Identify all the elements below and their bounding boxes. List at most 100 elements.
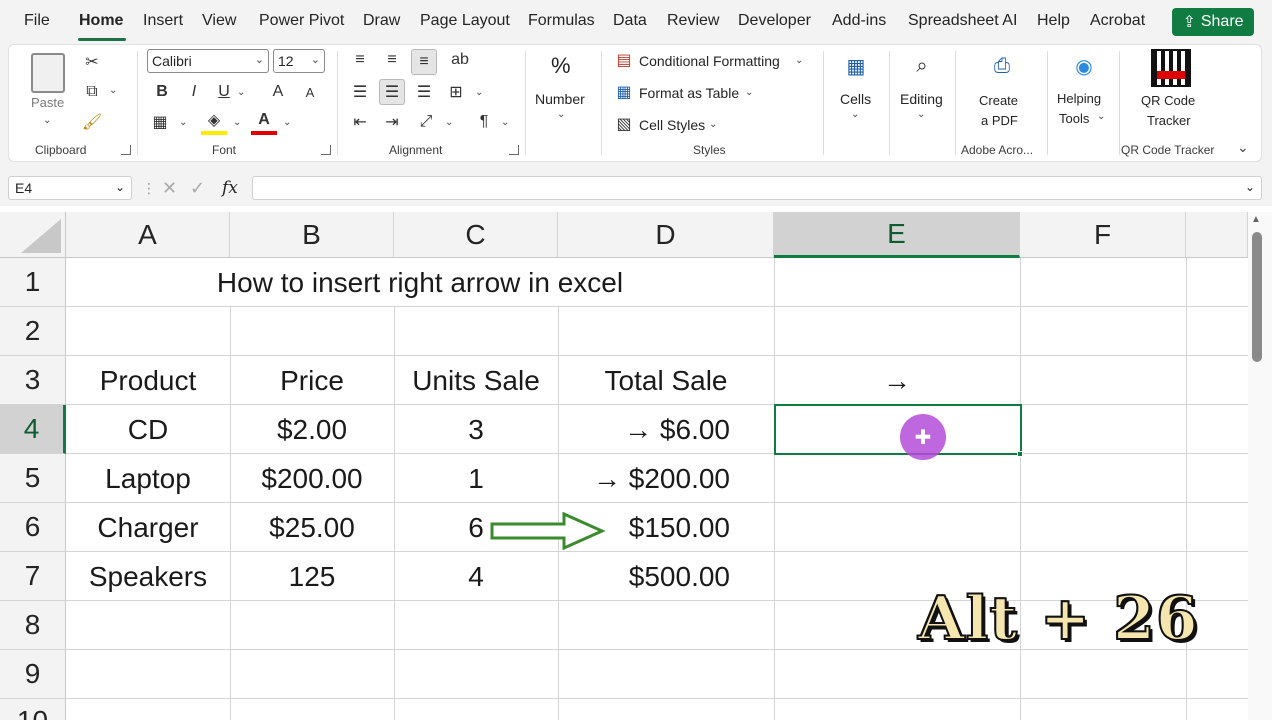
cell-a5[interactable]: Laptop [66, 454, 230, 503]
row-header-6[interactable]: 6 [0, 503, 66, 552]
insert-function-icon[interactable]: fx [222, 178, 238, 198]
merge-center-icon[interactable]: ⊞ [443, 79, 469, 105]
paste-label[interactable]: Paste [31, 95, 64, 110]
tab-review[interactable]: Review [667, 12, 719, 30]
ribbon-collapse-icon[interactable]: ⌄ [1237, 139, 1249, 156]
cell-d4[interactable]: → $6.00 [558, 405, 774, 454]
row-header-3[interactable]: 3 [0, 356, 66, 405]
create-pdf-line1[interactable]: Create [979, 93, 1018, 108]
cell-d3[interactable]: Total Sale [558, 356, 774, 405]
borders-dropdown-icon[interactable]: ⌄ [179, 117, 187, 128]
tab-draw[interactable]: Draw [363, 12, 400, 30]
column-header-f[interactable]: F [1020, 212, 1186, 258]
column-header-e[interactable]: E [774, 212, 1020, 258]
row-header-9[interactable]: 9 [0, 650, 66, 699]
text-direction-dropdown-icon[interactable]: ⌄ [445, 117, 453, 128]
select-all-corner[interactable] [0, 212, 66, 258]
cell-styles-button[interactable]: Cell Styles [639, 117, 705, 133]
helping-dropdown-icon[interactable]: ⌄ [1097, 111, 1105, 122]
column-header-b[interactable]: B [230, 212, 394, 258]
expand-formula-icon[interactable]: ⌄ [1245, 180, 1255, 194]
cell-c4[interactable]: 3 [394, 405, 558, 454]
align-middle-icon[interactable]: ≡ [379, 47, 405, 73]
tab-data[interactable]: Data [613, 12, 647, 30]
row-header-10[interactable]: 10 [0, 699, 66, 720]
cell-c7[interactable]: 4 [394, 552, 558, 601]
tab-developer[interactable]: Developer [738, 12, 811, 30]
qr-tracker-line1[interactable]: QR Code [1141, 93, 1195, 108]
scrollbar-thumb[interactable] [1252, 232, 1262, 362]
format-table-dropdown-icon[interactable]: ⌄ [745, 87, 753, 98]
cell-b5[interactable]: $200.00 [230, 454, 394, 503]
cancel-icon[interactable]: ✕ [162, 178, 177, 199]
format-painter-icon[interactable]: 🖌 [79, 109, 105, 135]
cell-b3[interactable]: Price [230, 356, 394, 405]
cell-c5[interactable]: 1 [394, 454, 558, 503]
cells-icon[interactable]: ▦ [843, 53, 869, 79]
cell-a4[interactable]: CD [66, 405, 230, 454]
active-cell-e4[interactable] [774, 404, 1022, 455]
conditional-formatting-icon[interactable]: ▤ [611, 47, 637, 73]
font-color-dropdown-icon[interactable]: ⌄ [283, 117, 291, 128]
underline-button[interactable]: U [211, 79, 237, 105]
underline-dropdown-icon[interactable]: ⌄ [237, 87, 245, 98]
conditional-formatting-button[interactable]: Conditional Formatting [639, 53, 780, 69]
right-arrow-shape[interactable] [490, 512, 606, 550]
align-center-icon[interactable]: ☰ [379, 79, 405, 105]
cell-a6[interactable]: Charger [66, 503, 230, 552]
font-color-icon[interactable]: A [251, 109, 277, 135]
copy-icon[interactable]: ⧉ [79, 79, 105, 105]
cell-e3[interactable]: → [774, 356, 1020, 405]
row-header-5[interactable]: 5 [0, 454, 66, 503]
wrap-text-icon[interactable]: ¶ [471, 109, 497, 135]
tab-spreadsheet-ai[interactable]: Spreadsheet AI [908, 12, 1017, 30]
cell-d5[interactable]: → $200.00 [558, 454, 774, 503]
row-header-1[interactable]: 1 [0, 258, 66, 307]
tab-file[interactable]: File [24, 12, 50, 30]
cells-button[interactable]: Cells [840, 91, 871, 107]
paste-icon[interactable] [31, 53, 65, 93]
align-left-icon[interactable]: ☰ [347, 79, 373, 105]
fill-dropdown-icon[interactable]: ⌄ [233, 117, 241, 128]
tab-home[interactable]: Home [79, 12, 123, 30]
column-header-g[interactable] [1186, 212, 1248, 258]
cell-styles-dropdown-icon[interactable]: ⌄ [709, 119, 717, 130]
search-icon[interactable]: ⌕ [909, 53, 935, 79]
merge-dropdown-icon[interactable]: ⌄ [475, 87, 483, 98]
cell-b6[interactable]: $25.00 [230, 503, 394, 552]
column-header-d[interactable]: D [558, 212, 774, 258]
name-box[interactable]: E4 ⌄ [8, 176, 132, 200]
font-name-combo[interactable]: Calibri ⌄ [147, 49, 269, 73]
create-pdf-line2[interactable]: a PDF [981, 113, 1018, 128]
row-header-4[interactable]: 4 [0, 405, 66, 454]
clipboard-launcher-icon[interactable] [121, 145, 131, 155]
increase-indent-icon[interactable]: ⇥ [379, 109, 405, 135]
enter-icon[interactable]: ✓ [190, 178, 205, 199]
row-header-2[interactable]: 2 [0, 307, 66, 356]
borders-icon[interactable]: ▦ [147, 109, 173, 135]
helping-tools-line1[interactable]: Helping [1057, 91, 1101, 106]
grow-font-button[interactable]: A [265, 79, 291, 105]
tab-help[interactable]: Help [1037, 12, 1070, 30]
share-button[interactable]: ⇪ Share [1172, 8, 1254, 36]
copy-dropdown-icon[interactable]: ⌄ [109, 85, 117, 96]
font-size-combo[interactable]: 12 ⌄ [273, 49, 325, 73]
text-direction-icon[interactable]: ⤢ [413, 109, 439, 135]
fill-color-icon[interactable]: ◈ [201, 109, 227, 135]
number-button[interactable]: Number [535, 91, 585, 107]
cut-icon[interactable]: ✂ [79, 49, 105, 75]
align-top-icon[interactable]: ≡ [347, 47, 373, 73]
italic-button[interactable]: I [181, 79, 207, 105]
format-as-table-button[interactable]: Format as Table [639, 85, 739, 101]
row-header-8[interactable]: 8 [0, 601, 66, 650]
cell-styles-icon[interactable]: ▧ [611, 111, 637, 137]
tab-page-layout[interactable]: Page Layout [420, 12, 510, 30]
bold-button[interactable]: B [149, 79, 175, 105]
align-right-icon[interactable]: ☰ [411, 79, 437, 105]
cells-dropdown-icon[interactable]: ⌄ [851, 109, 859, 120]
decrease-indent-icon[interactable]: ⇤ [347, 109, 373, 135]
column-header-a[interactable]: A [66, 212, 230, 258]
fill-handle[interactable] [1017, 451, 1023, 457]
alignment-launcher-icon[interactable] [509, 145, 519, 155]
helping-tools-line2[interactable]: Tools [1059, 111, 1089, 126]
